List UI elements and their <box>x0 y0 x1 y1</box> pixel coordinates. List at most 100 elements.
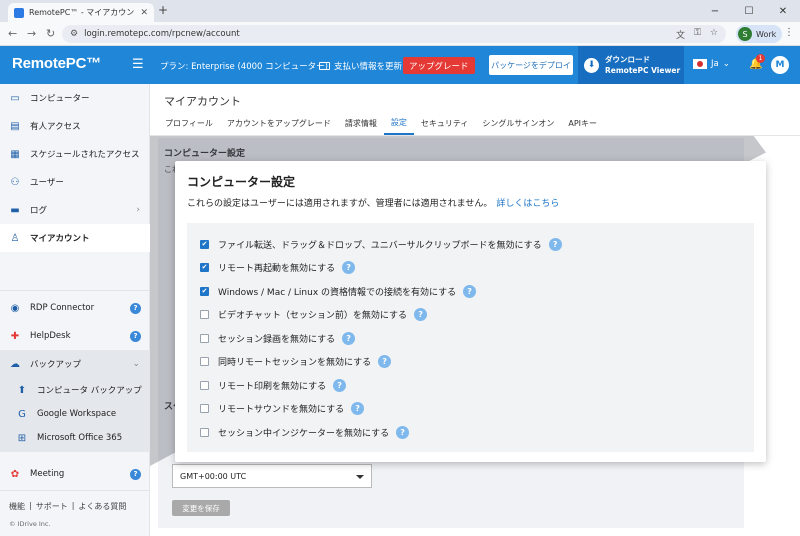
tab-upgrade-account[interactable]: アカウントをアップグレード <box>220 111 338 135</box>
checkbox-unchecked[interactable] <box>200 310 209 319</box>
profile-button[interactable]: S Work <box>736 25 783 43</box>
option-row[interactable]: リモートサウンドを無効にする? <box>200 401 365 417</box>
help-icon[interactable]: ? <box>333 378 347 392</box>
browser-toolbar: ← → ↻ ⚙ login.remotepc.com/rpcnew/accoun… <box>0 22 800 46</box>
checkbox-checked[interactable]: ✔ <box>200 263 209 272</box>
sidebar-item-scheduled-access[interactable]: ▦ スケジュールされたアクセス <box>0 140 150 168</box>
update-billing-link[interactable]: 支払い情報を更新 <box>319 60 402 72</box>
option-row[interactable]: ✔ リモート再起動を無効にする? <box>200 260 356 276</box>
bookmark-star-icon[interactable]: ☆ <box>710 28 718 41</box>
sidebar-item-meeting[interactable]: ✿ Meeting? <box>0 460 150 488</box>
deploy-package-button[interactable]: パッケージをデプロイ <box>489 55 573 75</box>
japan-flag-icon <box>693 59 707 69</box>
support-link[interactable]: サポート <box>36 501 68 512</box>
help-icon[interactable]: ? <box>414 308 428 321</box>
upgrade-button[interactable]: アップグレード <box>403 57 475 74</box>
hamburger-menu-icon[interactable]: ☰ <box>132 57 144 72</box>
save-changes-button[interactable]: 変更を保存 <box>172 500 230 516</box>
user-avatar[interactable]: M <box>771 56 789 74</box>
option-row[interactable]: リモート印刷を無効にする? <box>200 377 347 393</box>
new-tab-button[interactable]: + <box>158 3 168 17</box>
translate-icon[interactable]: 文 <box>676 28 685 41</box>
reload-icon[interactable]: ↻ <box>46 27 55 40</box>
option-row[interactable]: ビデオチャット（セッション前）を無効にする? <box>200 307 428 323</box>
checkbox-unchecked[interactable] <box>200 357 209 366</box>
help-icon[interactable]: ? <box>463 284 477 298</box>
option-row[interactable]: セッション録画を無効にする? <box>200 330 356 346</box>
learn-more-link[interactable]: 詳しくはこちら <box>496 199 559 209</box>
download-viewer-button[interactable]: ⬇ ダウンロード RemotePC Viewer <box>578 46 684 84</box>
page-title: マイアカウント <box>164 95 241 108</box>
users-icon: ⚇ <box>10 176 20 188</box>
help-icon[interactable]: ? <box>130 302 141 314</box>
checkbox-checked[interactable]: ✔ <box>200 286 209 296</box>
sidebar-item-office-365[interactable]: ⊞ Microsoft Office 365 <box>0 424 150 452</box>
chevron-down-icon: ⌄ <box>132 359 140 369</box>
tab-title: RemotePC™ - マイアカウント情報 <box>29 8 136 17</box>
faq-link[interactable]: よくある質問 <box>78 501 126 512</box>
help-icon[interactable]: ? <box>130 330 141 342</box>
address-bar[interactable]: ⚙ login.remotepc.com/rpcnew/account 文 ⚿ … <box>62 25 726 43</box>
window-controls: − ☐ ✕ <box>698 0 800 22</box>
option-row[interactable]: ✔ Windows / Mac / Linux の資格情報での接続を有効にする? <box>200 283 477 299</box>
option-label: 同時リモートセッションを無効にする <box>218 358 372 368</box>
sidebar-item-label: バックアップ <box>30 360 82 370</box>
tab-single-sign-on[interactable]: シングルサインオン <box>475 111 561 135</box>
browser-tab[interactable]: RemotePC™ - マイアカウント情報 ✕ <box>8 3 154 22</box>
calendar-icon: ▦ <box>10 148 20 160</box>
minimize-button[interactable]: − <box>698 0 732 22</box>
user-icon: ♙ <box>10 232 20 244</box>
features-link[interactable]: 機能 <box>9 501 25 512</box>
checkbox-checked[interactable]: ✔ <box>200 239 209 249</box>
timezone-select[interactable]: GMT+00:00 UTC <box>172 464 372 488</box>
sidebar-item-label: コンピューター <box>30 94 90 104</box>
browser-menu-icon[interactable]: ⋮ <box>784 27 794 38</box>
tab-security[interactable]: セキュリティ <box>414 111 476 135</box>
copyright: © IDrive Inc. <box>9 520 51 528</box>
back-icon[interactable]: ← <box>8 27 17 40</box>
forward-icon[interactable]: → <box>27 27 36 40</box>
sidebar-item-logs[interactable]: ▬ ログ › <box>0 196 150 224</box>
credit-card-icon <box>319 62 330 70</box>
help-icon[interactable]: ? <box>351 402 365 415</box>
sidebar-item-label: Google Workspace <box>37 409 117 419</box>
sidebar-item-attended-access[interactable]: ▤ 有人アクセス <box>0 112 150 140</box>
option-row[interactable]: セッション中インジケーターを無効にする? <box>200 424 410 440</box>
tab-settings[interactable]: 設定 <box>383 111 414 135</box>
language-selector[interactable]: Ja ⌄ <box>693 59 730 69</box>
update-billing-label: 支払い情報を更新 <box>334 62 403 72</box>
help-icon[interactable]: ? <box>548 237 562 251</box>
option-row[interactable]: ✔ ファイル転送、ドラッグ＆ドロップ、ユニバーサルクリップボードを無効にする? <box>200 236 562 252</box>
sidebar-item-label: ログ <box>30 206 48 216</box>
tab-profile[interactable]: プロフィール <box>158 111 220 135</box>
checkbox-unchecked[interactable] <box>200 333 209 343</box>
checkbox-unchecked[interactable] <box>200 427 209 437</box>
helpdesk-icon: ✚ <box>10 330 20 342</box>
sidebar-item-helpdesk[interactable]: ✚ HelpDesk? <box>0 322 150 350</box>
tab-billing[interactable]: 請求情報 <box>338 111 384 135</box>
sidebar: ▭ コンピューター ▤ 有人アクセス ▦ スケジュールされたアクセス ⚇ ユーザー ▬ ロ… <box>0 84 150 536</box>
sidebar-item-my-account[interactable]: ♙ マイアカウント <box>0 224 150 252</box>
site-info-icon[interactable]: ⚙ <box>70 29 78 39</box>
checkbox-unchecked[interactable] <box>200 380 209 390</box>
password-key-icon[interactable]: ⚿ <box>694 28 701 41</box>
help-icon[interactable]: ? <box>342 331 356 345</box>
checkbox-unchecked[interactable] <box>200 404 209 413</box>
help-icon[interactable]: ? <box>396 425 410 439</box>
tab-api-key[interactable]: APIキー <box>561 111 604 135</box>
sidebar-item-rdp-connector[interactable]: ◉ RDP Connector? <box>0 294 150 322</box>
close-tab-icon[interactable]: ✕ <box>140 8 148 18</box>
help-icon[interactable]: ? <box>378 355 392 368</box>
close-window-button[interactable]: ✕ <box>766 0 800 22</box>
sidebar-divider <box>0 490 150 491</box>
help-icon[interactable]: ? <box>342 261 356 274</box>
sidebar-footer: 機能 | サポート | よくある質問 <box>9 501 126 512</box>
option-label: セッション録画を無効にする <box>218 334 336 345</box>
sidebar-item-computers[interactable]: ▭ コンピューター <box>0 84 150 112</box>
sidebar-item-users[interactable]: ⚇ ユーザー <box>0 168 150 196</box>
help-icon[interactable]: ? <box>130 468 141 480</box>
sidebar-item-backup[interactable]: ☁ バックアップ ⌄ <box>0 350 150 378</box>
remotepc-logo[interactable]: RemotePC™ <box>12 55 101 72</box>
option-row[interactable]: 同時リモートセッションを無効にする? <box>200 354 392 370</box>
maximize-button[interactable]: ☐ <box>732 0 766 22</box>
